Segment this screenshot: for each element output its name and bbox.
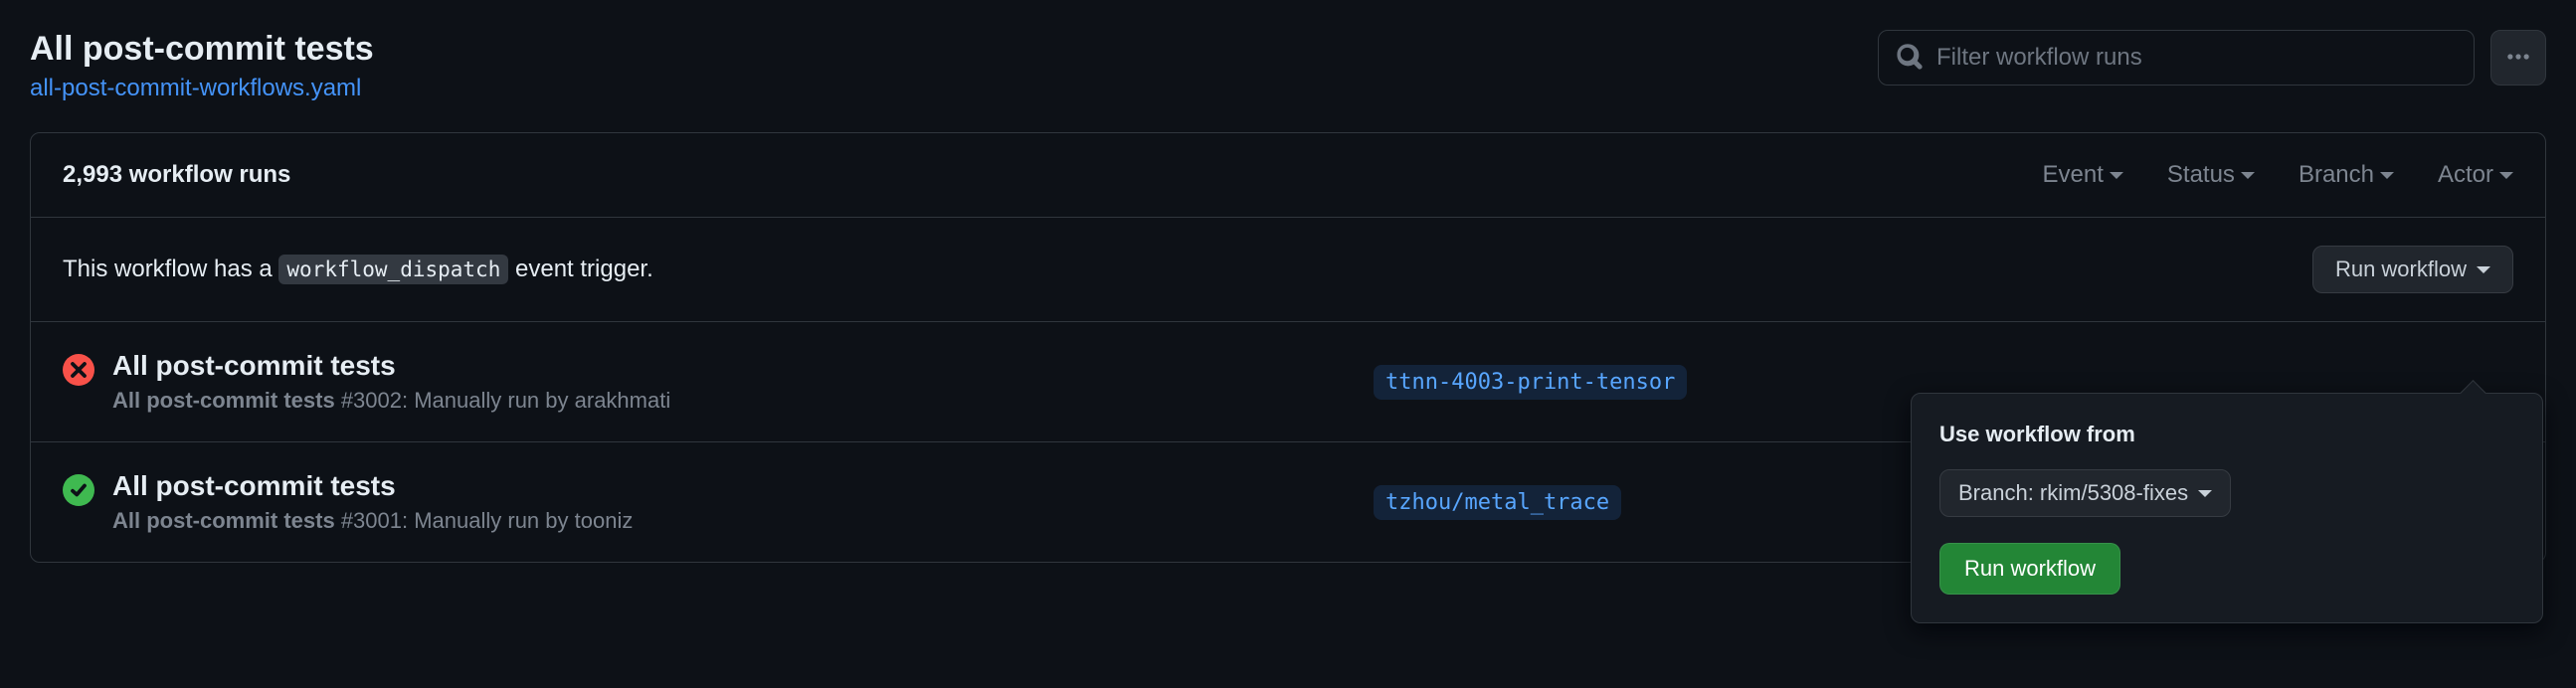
filter-branch[interactable]: Branch: [2299, 161, 2394, 189]
search-icon: [1897, 44, 1923, 73]
caret-down-icon: [2198, 490, 2212, 497]
kebab-icon: [2505, 44, 2531, 73]
caret-down-icon: [2110, 172, 2123, 179]
caret-down-icon: [2241, 172, 2255, 179]
filter-status[interactable]: Status: [2167, 161, 2255, 189]
branch-badge[interactable]: ttnn-4003-print-tensor: [1374, 365, 1687, 400]
status-fail-icon: [63, 354, 94, 386]
run-workflow-popover: Use workflow from Branch: rkim/5308-fixe…: [1911, 393, 2543, 623]
branch-badge[interactable]: tzhou/metal_trace: [1374, 485, 1621, 520]
caret-down-icon: [2499, 172, 2513, 179]
run-title[interactable]: All post-commit tests: [112, 470, 633, 502]
more-menu-button[interactable]: [2490, 30, 2546, 86]
run-count: 2,993 workflow runs: [63, 161, 290, 189]
search-input[interactable]: [1936, 44, 2456, 72]
caret-down-icon: [2380, 172, 2394, 179]
page-title: All post-commit tests: [30, 30, 374, 69]
branch-select[interactable]: Branch: rkim/5308-fixes: [1939, 469, 2231, 517]
search-box[interactable]: [1878, 30, 2475, 86]
status-success-icon: [63, 474, 94, 506]
popover-title: Use workflow from: [1939, 422, 2514, 447]
dispatch-trigger-text: This workflow has a workflow_dispatch ev…: [63, 256, 653, 283]
filter-event[interactable]: Event: [2043, 161, 2123, 189]
workflow-file-link[interactable]: all-post-commit-workflows.yaml: [30, 75, 361, 101]
filter-actor[interactable]: Actor: [2438, 161, 2513, 189]
run-title[interactable]: All post-commit tests: [112, 350, 670, 382]
run-workflow-submit[interactable]: Run workflow: [1939, 543, 2120, 595]
caret-down-icon: [2477, 266, 2490, 273]
run-subtitle: All post-commit tests #3002: Manually ru…: [112, 388, 670, 414]
run-subtitle: All post-commit tests #3001: Manually ru…: [112, 508, 633, 534]
run-workflow-button[interactable]: Run workflow: [2312, 246, 2513, 293]
